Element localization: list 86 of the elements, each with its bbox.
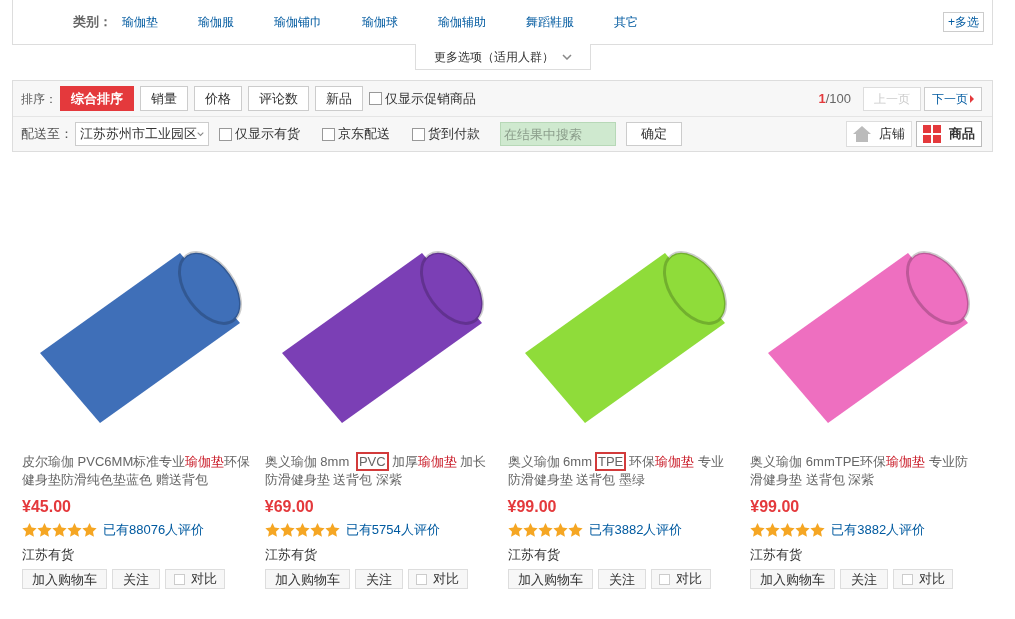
star-icon <box>567 523 583 537</box>
grid-icon <box>923 125 941 143</box>
star-icon <box>309 523 325 537</box>
checkbox[interactable] <box>322 127 335 141</box>
star-icon <box>537 523 553 537</box>
product-title[interactable]: 皮尔瑜伽 PVC6MM标准专业瑜伽垫环保健身垫防滑纯色垫蓝色 赠送背包 <box>22 453 257 489</box>
category-link[interactable]: 瑜伽服 <box>198 13 234 31</box>
star-icon <box>810 523 826 537</box>
star-icon <box>264 523 280 537</box>
caret-right-icon <box>970 94 974 103</box>
compare-button[interactable]: 对比 <box>407 569 468 589</box>
chevron-down-icon <box>561 53 572 60</box>
filter-label: 类别： <box>73 13 112 32</box>
checkbox-label: 京东配送 <box>338 125 390 144</box>
compare-button[interactable]: 对比 <box>165 569 225 589</box>
compare-button[interactable]: 对比 <box>893 569 954 589</box>
more-options-button[interactable]: 更多选项（适用人群） <box>414 44 591 70</box>
star-icon <box>67 523 82 537</box>
product-price: ¥99.00 <box>507 497 558 517</box>
reviews-link[interactable]: 已有5754人评价 <box>345 520 440 540</box>
checkbox[interactable] <box>412 127 425 141</box>
add-to-cart-button[interactable]: 加入购物车 <box>22 569 107 589</box>
reviews-link[interactable]: 已有88076人评价 <box>103 520 205 540</box>
stock-status: 江苏有货 <box>264 546 318 564</box>
add-to-cart-button[interactable]: 加入购物车 <box>264 569 350 589</box>
checkbox-label: 货到付款 <box>428 125 480 144</box>
sort-tab[interactable]: 综合排序 <box>60 86 134 111</box>
stock-status: 江苏有货 <box>750 546 804 564</box>
star-icon <box>780 523 796 537</box>
chevron-down-icon <box>197 131 204 137</box>
house-icon <box>853 126 871 142</box>
add-to-cart-button[interactable]: 加入购物车 <box>750 569 836 589</box>
sort-label: 排序： <box>21 90 57 108</box>
star-icon <box>507 523 523 537</box>
location-select[interactable]: 江苏苏州市工业园区 <box>75 122 209 146</box>
search-field[interactable]: 在结果中搜索 <box>500 122 616 146</box>
product-price: ¥69.00 <box>264 497 315 517</box>
product-title[interactable]: 奥义瑜伽 8mm PVC 加厚瑜伽垫 加长防滑健身垫 送背包 深紫 <box>264 453 500 489</box>
star-icon <box>294 523 310 537</box>
stock-status: 江苏有货 <box>22 546 75 564</box>
product-price: ¥99.00 <box>750 497 801 517</box>
product-price: ¥45.00 <box>22 497 72 517</box>
star-icon <box>324 523 340 537</box>
category-link[interactable]: 瑜伽垫 <box>122 13 158 31</box>
checkbox-label: 仅显示有货 <box>235 125 300 144</box>
page-current: 1 <box>818 89 826 108</box>
product-title[interactable]: 奥义瑜伽 6mmTPE环保瑜伽垫 专业防滑健身垫 送背包 深紫 <box>750 453 986 489</box>
confirm-button[interactable]: 确定 <box>626 122 682 146</box>
star-icon <box>522 523 538 537</box>
star-icon <box>750 523 766 537</box>
ship-label: 配送至： <box>21 125 73 144</box>
star-icon <box>795 523 811 537</box>
product-title[interactable]: 奥义瑜伽 6mm TPE 环保瑜伽垫 专业防滑健身垫 送背包 墨绿 <box>507 453 743 489</box>
checkbox[interactable] <box>219 127 232 141</box>
star-icon <box>37 523 52 537</box>
follow-button[interactable]: 关注 <box>840 569 889 589</box>
compare-button[interactable]: 对比 <box>650 569 711 589</box>
follow-button[interactable]: 关注 <box>112 569 160 589</box>
checkbox[interactable] <box>369 92 382 105</box>
category-link[interactable]: 瑜伽铺巾 <box>274 13 322 31</box>
star-icon <box>765 523 781 537</box>
sort-tab[interactable]: 评论数 <box>248 86 309 111</box>
star-icon <box>52 523 67 537</box>
reviews-link[interactable]: 已有3882人评价 <box>831 520 926 540</box>
stock-status: 江苏有货 <box>507 546 561 564</box>
star-icon <box>279 523 295 537</box>
category-link[interactable]: 其它 <box>614 13 638 31</box>
page-total: /100 <box>825 89 851 108</box>
category-link[interactable]: 瑜伽辅助 <box>438 13 486 31</box>
sort-tab[interactable]: 新品 <box>315 86 363 111</box>
star-icon <box>552 523 568 537</box>
add-to-cart-button[interactable]: 加入购物车 <box>507 569 593 589</box>
follow-button[interactable]: 关注 <box>597 569 646 589</box>
category-link[interactable]: 舞蹈鞋服 <box>526 13 574 31</box>
category-link[interactable]: 瑜伽球 <box>362 13 398 31</box>
reviews-link[interactable]: 已有3882人评价 <box>588 520 683 540</box>
view-toggle-button[interactable]: 店铺 <box>846 121 912 147</box>
next-page-button[interactable]: 下一页 <box>924 86 982 111</box>
checkbox-label: 仅显示促销商品 <box>385 89 476 108</box>
view-toggle-button[interactable]: 商品 <box>916 121 982 147</box>
star-icon <box>22 523 37 537</box>
sort-tab[interactable]: 价格 <box>194 86 242 111</box>
multi-select-button[interactable]: +多选 <box>943 12 984 32</box>
follow-button[interactable]: 关注 <box>354 569 403 589</box>
star-icon <box>82 523 97 537</box>
sort-tab[interactable]: 销量 <box>140 86 188 111</box>
